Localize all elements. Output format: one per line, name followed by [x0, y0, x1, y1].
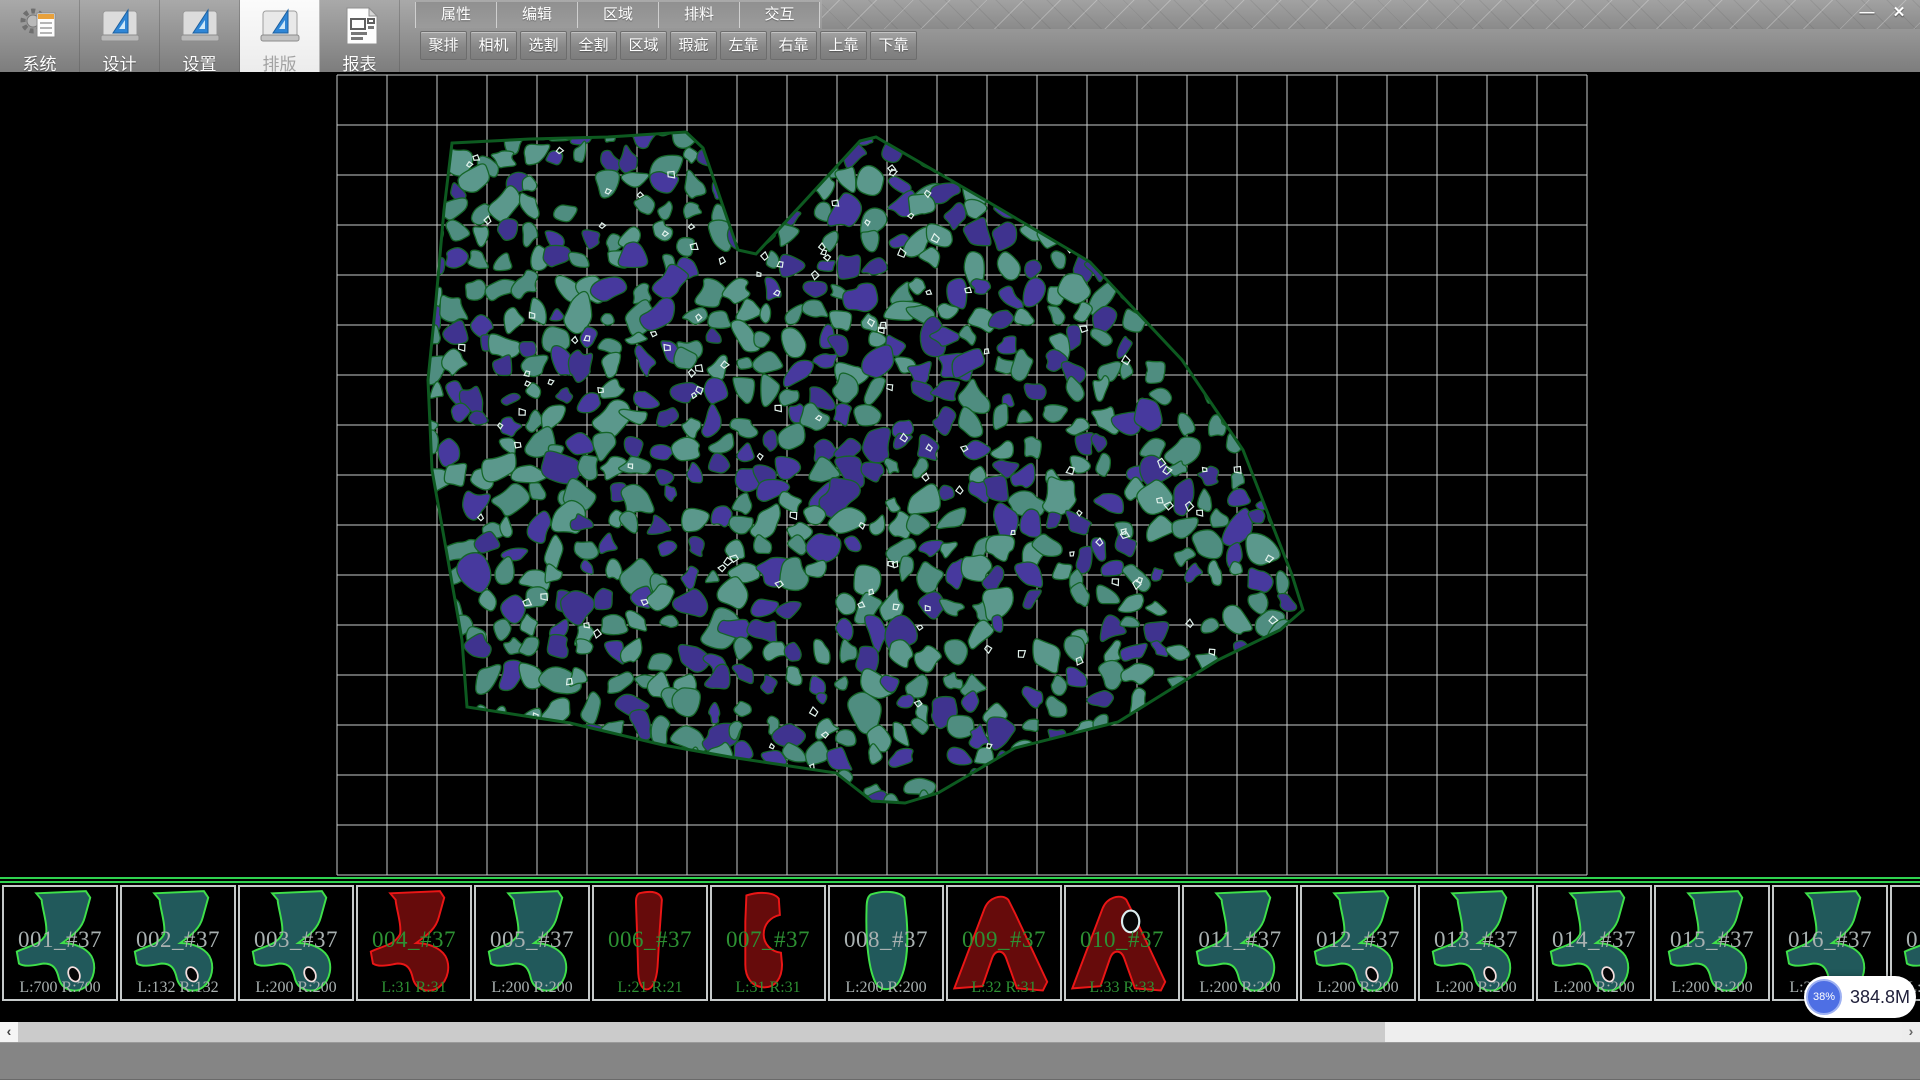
nesting-ruler-icon — [257, 3, 303, 49]
scrollbar-thumb[interactable] — [18, 1022, 1385, 1042]
strip-accent-line — [0, 881, 1920, 883]
piece-thumbnail-002_#37[interactable]: 002_#37 L:132 R:132 — [120, 885, 236, 1001]
toolbar-button-4[interactable]: 排版 — [240, 0, 320, 72]
titlebar[interactable] — [822, 0, 1920, 29]
piece-lr-count: L:200 R:200 — [1184, 979, 1296, 997]
close-button[interactable]: ✕ — [1886, 3, 1912, 23]
piece-thumbnail-008_#37[interactable]: 008_#37 L:200 R:200 — [828, 885, 944, 1001]
piece-id-label: 014_#37 — [1538, 927, 1650, 953]
app-window: 系统设计设置排版报表 属性编辑区域排料交互 聚排相机选割全割区域瑕疵左靠右靠上靠… — [0, 0, 1920, 1080]
piece-lr-count: L:132 R:132 — [122, 979, 234, 997]
piece-thumbnail-003_#37[interactable]: 003_#37 L:200 R:200 — [238, 885, 354, 1001]
toolbar-button-2[interactable]: 设计 — [80, 0, 160, 72]
piece-id-label: 008_#37 — [830, 927, 942, 953]
toolbar-button-3[interactable]: 设置 — [160, 0, 240, 72]
piece-lr-count: L:32 R:31 — [948, 979, 1060, 997]
piece-lr-count: L:200 R:200 — [1656, 979, 1768, 997]
window-bottom-bar — [0, 1042, 1920, 1080]
window-controls: — ✕ — [1854, 3, 1912, 23]
nesting-canvas[interactable] — [0, 72, 1920, 877]
menu-tab-5[interactable]: 交互 — [739, 2, 820, 28]
scroll-left-button[interactable]: ‹ — [0, 1022, 18, 1042]
action-button-3[interactable]: 选割 — [520, 31, 567, 60]
action-button-7[interactable]: 左靠 — [720, 31, 767, 60]
action-button-1[interactable]: 聚排 — [420, 31, 467, 60]
progress-percent: 38% — [1813, 991, 1835, 1003]
horizontal-scrollbar[interactable]: ‹ › — [0, 1022, 1920, 1042]
minimize-button[interactable]: — — [1854, 3, 1880, 23]
piece-lr-count: L:31 R:31 — [358, 979, 470, 997]
menu-tab-2[interactable]: 编辑 — [496, 2, 577, 28]
piece-thumbnail-011_#37[interactable]: 011_#37 L:200 R:200 — [1182, 885, 1298, 1001]
toolbar-button-1[interactable]: 系统 — [0, 0, 80, 72]
piece-lr-count: L:200 R:200 — [830, 979, 942, 997]
toolbar-button-5[interactable]: 报表 — [320, 0, 400, 72]
nested-pieces — [406, 113, 1314, 831]
piece-lr-count: L:200 R:200 — [1302, 979, 1414, 997]
memory-badge: 38% 384.8M — [1804, 976, 1916, 1018]
main-toolbar: 系统设计设置排版报表 — [0, 0, 400, 72]
piece-thumbnail-013_#37[interactable]: 013_#37 L:200 R:200 — [1418, 885, 1534, 1001]
piece-id-label: 006_#37 — [594, 927, 706, 953]
piece-thumbnail-012_#37[interactable]: 012_#37 L:200 R:200 — [1300, 885, 1416, 1001]
piece-id-label: 005_#37 — [476, 927, 588, 953]
piece-id-label: 009_#37 — [948, 927, 1060, 953]
system-gear-icon — [17, 3, 63, 49]
action-button-6[interactable]: 瑕疵 — [670, 31, 717, 60]
piece-thumbnail-009_#37[interactable]: 009_#37 L:32 R:31 — [946, 885, 1062, 1001]
action-button-5[interactable]: 区域 — [620, 31, 667, 60]
menu-tab-4[interactable]: 排料 — [658, 2, 739, 28]
piece-thumbnail-strip: 001_#37L:700 R:700002_#37L:132 R:132003_… — [0, 877, 1920, 1022]
piece-id-label: 001_#37 — [4, 927, 116, 953]
piece-id-label: 011_#37 — [1184, 927, 1296, 953]
memory-value: 384.8M — [1850, 976, 1910, 1018]
piece-lr-count: L:200 R:200 — [1538, 979, 1650, 997]
scroll-right-button[interactable]: › — [1902, 1022, 1920, 1042]
piece-id-label: 016_#37 — [1774, 927, 1886, 953]
report-document-icon — [337, 3, 383, 49]
piece-lr-count: L:700 R:700 — [4, 979, 116, 997]
piece-thumbnail-001_#37[interactable]: 001_#37 L:700 R:700 — [2, 885, 118, 1001]
piece-id-label: 007_#37 — [712, 927, 824, 953]
piece-id-label: 017_#37 — [1892, 927, 1920, 953]
settings-ruler-icon — [177, 3, 223, 49]
action-button-4[interactable]: 全割 — [570, 31, 617, 60]
progress-circle: 38% — [1806, 979, 1842, 1015]
strip-accent-line — [0, 877, 1920, 879]
piece-thumbnail-007_#37[interactable]: 007_#37 L:31 R:31 — [710, 885, 826, 1001]
piece-id-label: 002_#37 — [122, 927, 234, 953]
action-button-9[interactable]: 上靠 — [820, 31, 867, 60]
piece-id-label: 012_#37 — [1302, 927, 1414, 953]
piece-lr-count: L:33 R:33 — [1066, 979, 1178, 997]
piece-id-label: 015_#37 — [1656, 927, 1768, 953]
piece-thumbnail-014_#37[interactable]: 014_#37 L:200 R:200 — [1536, 885, 1652, 1001]
piece-lr-count: L:200 R:200 — [476, 979, 588, 997]
hide-nesting-view — [0, 72, 1920, 877]
piece-thumbnail-004_#37[interactable]: 004_#37 L:31 R:31 — [356, 885, 472, 1001]
design-ruler-icon — [97, 3, 143, 49]
menu-tab-bar: 属性编辑区域排料交互 — [415, 0, 820, 29]
menu-tab-1[interactable]: 属性 — [415, 2, 496, 28]
piece-id-label: 010_#37 — [1066, 927, 1178, 953]
menu-tab-3[interactable]: 区域 — [577, 2, 658, 28]
action-button-2[interactable]: 相机 — [470, 31, 517, 60]
action-button-10[interactable]: 下靠 — [870, 31, 917, 60]
piece-thumbnail-006_#37[interactable]: 006_#37 L:21 R:21 — [592, 885, 708, 1001]
toolbar-area: 系统设计设置排版报表 属性编辑区域排料交互 聚排相机选割全割区域瑕疵左靠右靠上靠… — [0, 0, 1920, 73]
piece-lr-count: L:200 R:200 — [1420, 979, 1532, 997]
piece-thumbnail-010_#37[interactable]: 010_#37 L:33 R:33 — [1064, 885, 1180, 1001]
piece-thumbnail-015_#37[interactable]: 015_#37 L:200 R:200 — [1654, 885, 1770, 1001]
piece-lr-count: L:200 R:200 — [240, 979, 352, 997]
piece-lr-count: L:31 R:31 — [712, 979, 824, 997]
piece-id-label: 003_#37 — [240, 927, 352, 953]
piece-id-label: 004_#37 — [358, 927, 470, 953]
piece-thumbnail-list: 001_#37L:700 R:700002_#37L:132 R:132003_… — [2, 885, 1920, 1001]
action-button-8[interactable]: 右靠 — [770, 31, 817, 60]
piece-lr-count: L:21 R:21 — [594, 979, 706, 997]
action-toolbar: 聚排相机选割全割区域瑕疵左靠右靠上靠下靠 — [420, 31, 920, 60]
piece-id-label: 013_#37 — [1420, 927, 1532, 953]
piece-thumbnail-005_#37[interactable]: 005_#37 L:200 R:200 — [474, 885, 590, 1001]
